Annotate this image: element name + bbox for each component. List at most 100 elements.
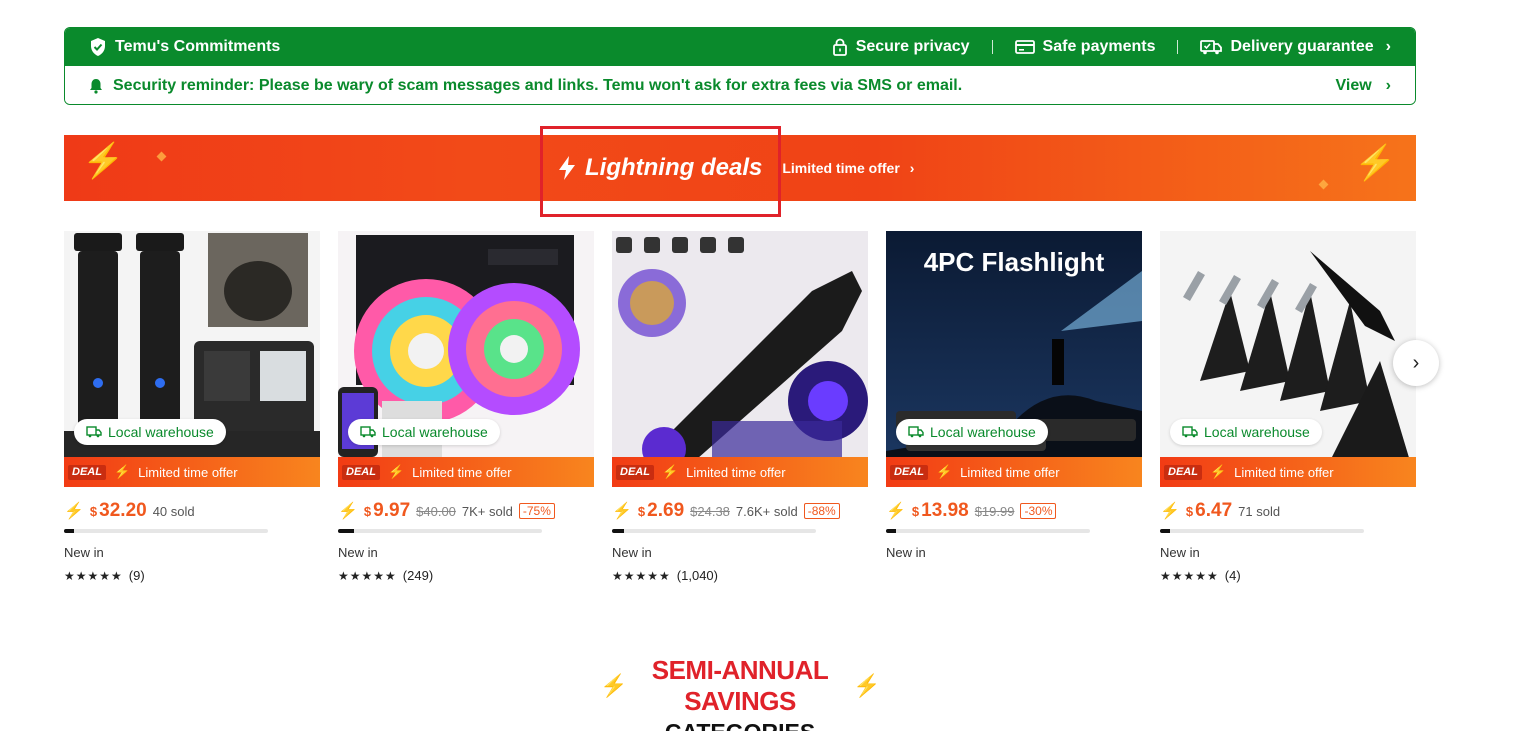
product-image[interactable]: Local warehouse DEAL ⚡ Limited time offe… [64,231,320,487]
lightning-icon: ⚡ [661,464,679,479]
view-link[interactable]: View › [1336,77,1392,95]
semi-annual-title-text: SEMI-ANNUAL SAVINGS [651,655,829,716]
rating: ★★★★★ (1,040) [612,568,868,583]
sold-count: 40 sold [152,503,195,519]
semi-annual-title: ⚡ SEMI-ANNUAL SAVINGS ⚡ [600,655,880,717]
rating-count: (9) [128,568,145,583]
truck-icon [1200,40,1223,55]
price-row: ⚡ $2.69 $24.38 7.6K+ sold -88% [612,499,868,523]
product-card[interactable]: Local warehouse DEAL ⚡ Limited time offe… [64,231,320,583]
safe-payments-item[interactable]: Safe payments [1014,38,1156,56]
deal-label: Limited time offer [138,464,238,480]
commitments-title-text: Temu's Commitments [115,38,281,55]
new-in-tag: New in [64,545,104,560]
sparkle-icon: ⚡ [853,673,880,698]
warehouse-truck-icon [1182,426,1198,438]
lightning-deal-logo: DEAL [1164,464,1202,480]
secure-privacy-label: Secure privacy [855,38,970,55]
lock-icon [832,38,847,56]
sparkle-icon: ⚡ [600,673,627,698]
safe-payments-label: Safe payments [1042,38,1156,55]
warehouse-label: Local warehouse [382,424,488,440]
original-price: $40.00 [416,503,456,519]
bell-icon [90,78,102,94]
product-image[interactable]: Local warehouse DEAL ⚡ Limited time offe… [1160,231,1416,487]
deal-label: Limited time offer [960,464,1060,480]
local-warehouse-badge: Local warehouse [348,419,500,445]
lightning-icon: ⚡ [1160,503,1180,520]
lightning-deals-banner[interactable]: ⚡ ⚡ Lightning deals Limited time offer › [64,135,1416,201]
star-rating-icon: ★★★★★ [612,568,671,583]
sold-progress-bar [338,529,542,533]
secure-privacy-item[interactable]: Secure privacy [832,38,970,56]
price: $6.47 [1185,500,1233,521]
lightning-deal-strip: DEAL ⚡ Limited time offer [612,457,868,487]
star-rating-icon: ★★★★★ [338,568,397,583]
local-warehouse-badge: Local warehouse [1170,419,1322,445]
delivery-guarantee-item[interactable]: Delivery guarantee [1200,38,1374,56]
rating-count: (1,040) [676,568,718,583]
lightning-icon: ⚡ [935,464,953,479]
local-warehouse-badge: Local warehouse [74,419,226,445]
price: $9.97 [363,500,411,521]
sold-count: 71 sold [1238,503,1281,519]
sold-progress-bar [886,529,1090,533]
chevron-right-icon: › [1412,351,1420,374]
price: $2.69 [637,500,685,521]
rating: ★★★★★ (9) [64,568,320,583]
rating-count: (4) [1224,568,1241,583]
product-image[interactable]: 4PC Flashlight Local warehouse DEAL ⚡ Li… [886,231,1142,487]
new-in-tag: New in [338,545,378,560]
security-reminder: Security reminder: Please be wary of sca… [65,66,1415,104]
discount-badge: -30% [1020,503,1057,519]
carousel-next-button[interactable]: › [1393,340,1439,386]
limited-time-link[interactable]: Limited time offer › [782,160,914,176]
lightning-deal-logo: DEAL [342,464,380,480]
deal-label: Limited time offer [686,464,786,480]
lightning-deals-title: Lightning deals [557,154,762,182]
sold-progress-bar [64,529,268,533]
lightning-icon: ⚡ [1209,464,1227,479]
semi-annual-savings-heading: ⚡ SEMI-ANNUAL SAVINGS ⚡ CATEGORIES [600,655,880,731]
rating: ★★★★★ (249) [338,568,594,583]
lightning-icon: ⚡ [64,503,84,520]
commitments-panel: Temu's Commitments Secure privacy Safe p… [64,27,1416,105]
lightning-icon: ⚡ [113,464,131,479]
sold-progress-bar [612,529,816,533]
lightning-deals-title-text: Lightning deals [585,154,763,181]
commitments-header[interactable]: Temu's Commitments Secure privacy Safe p… [65,28,1415,66]
original-price: $19.99 [974,503,1015,519]
price-row: ⚡ $32.20 40 sold [64,499,320,523]
rating: ★★★★★ (4) [1160,568,1416,583]
warehouse-label: Local warehouse [1204,424,1310,440]
shield-check-icon [91,38,105,56]
sold-count: 7K+ sold [461,503,513,519]
lightning-deal-strip: DEAL ⚡ Limited time offer [338,457,594,487]
lightning-bolt-icon: ⚡ [82,142,125,180]
sold-progress-bar [1160,529,1364,533]
product-card[interactable]: 4PC Flashlight Local warehouse DEAL ⚡ Li… [886,231,1142,560]
product-card[interactable]: Local warehouse DEAL ⚡ Limited time offe… [338,231,594,583]
star-rating-icon: ★★★★★ [64,568,123,583]
price: $32.20 [89,500,147,521]
divider [1177,40,1179,54]
lightning-deal-strip: DEAL ⚡ Limited time offer [886,457,1142,487]
new-in-tag: New in [612,545,652,560]
chevron-right-icon: › [909,160,915,176]
product-image[interactable]: Local warehouse DEAL ⚡ Limited time offe… [338,231,594,487]
product-card[interactable]: Local warehouse DEAL ⚡ Limited time offe… [1160,231,1416,583]
warehouse-truck-icon [86,426,102,438]
sparkle-decoration [156,151,167,162]
lightning-deal-strip: DEAL ⚡ Limited time offer [64,457,320,487]
new-in-tag: New in [1160,545,1200,560]
product-image[interactable]: DEAL ⚡ Limited time offer [612,231,868,487]
categories-title: CATEGORIES [600,719,880,731]
chevron-right-icon[interactable]: › [1386,38,1391,56]
card-icon [1014,40,1035,54]
product-card[interactable]: DEAL ⚡ Limited time offer ⚡ $2.69 $24.38… [612,231,868,583]
local-warehouse-badge: Local warehouse [896,419,1048,445]
price: $13.98 [911,500,969,521]
rating-count: (249) [402,568,434,583]
product-carousel: Local warehouse DEAL ⚡ Limited time offe… [64,231,1416,591]
commitments-title: Temu's Commitments [89,37,280,57]
